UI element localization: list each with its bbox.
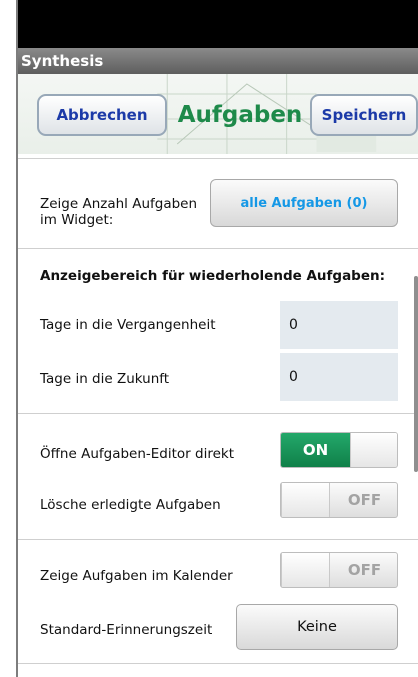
divider (18, 248, 418, 249)
future-days-label: Tage in die Zukunft (40, 371, 170, 387)
future-days-input[interactable]: 0 (280, 353, 398, 401)
past-days-input[interactable]: 0 (280, 301, 398, 349)
divider (18, 413, 418, 414)
toggle-off-label: OFF (347, 491, 382, 509)
widget-count-button[interactable]: alle Aufgaben (0) (210, 179, 398, 227)
divider (18, 158, 418, 159)
app-title: Synthesis (18, 48, 418, 74)
toggle-thumb (350, 433, 397, 467)
status-bar (18, 0, 418, 48)
scrollbar[interactable] (414, 276, 418, 472)
toggle-thumb (281, 483, 330, 517)
repeat-range-heading: Anzeigebereich für wiederholende Aufgabe… (40, 268, 386, 284)
past-days-label: Tage in die Vergangenheit (40, 317, 216, 333)
cancel-button[interactable]: Abbrechen (37, 94, 167, 136)
toggle-thumb (281, 553, 330, 587)
app-window: Synthesis Abbrechen Aufgaben Speichern Z… (16, 0, 418, 677)
save-button[interactable]: Speichern (310, 94, 418, 136)
divider (18, 663, 418, 664)
delete-completed-toggle[interactable]: OFF (280, 482, 398, 518)
show-in-calendar-label: Zeige Aufgaben im Kalender (40, 568, 233, 584)
show-in-calendar-toggle[interactable]: OFF (280, 552, 398, 588)
widget-count-label: Zeige Anzahl Aufgaben im Widget: (40, 196, 198, 228)
default-reminder-label: Standard-Erinnerungszeit (40, 622, 213, 638)
editor-direct-toggle[interactable]: ON (280, 432, 398, 468)
page-title: Aufgaben (177, 102, 303, 128)
toggle-on-label: ON (281, 433, 350, 467)
header-bar: Abbrechen Aufgaben Speichern (18, 74, 418, 154)
delete-completed-label: Lösche erledigte Aufgaben (40, 497, 221, 513)
toggle-off-label: OFF (347, 561, 382, 579)
editor-direct-label: Öffne Aufgaben-Editor direkt (40, 446, 235, 462)
default-reminder-button[interactable]: Keine (236, 604, 398, 650)
divider (18, 539, 418, 540)
